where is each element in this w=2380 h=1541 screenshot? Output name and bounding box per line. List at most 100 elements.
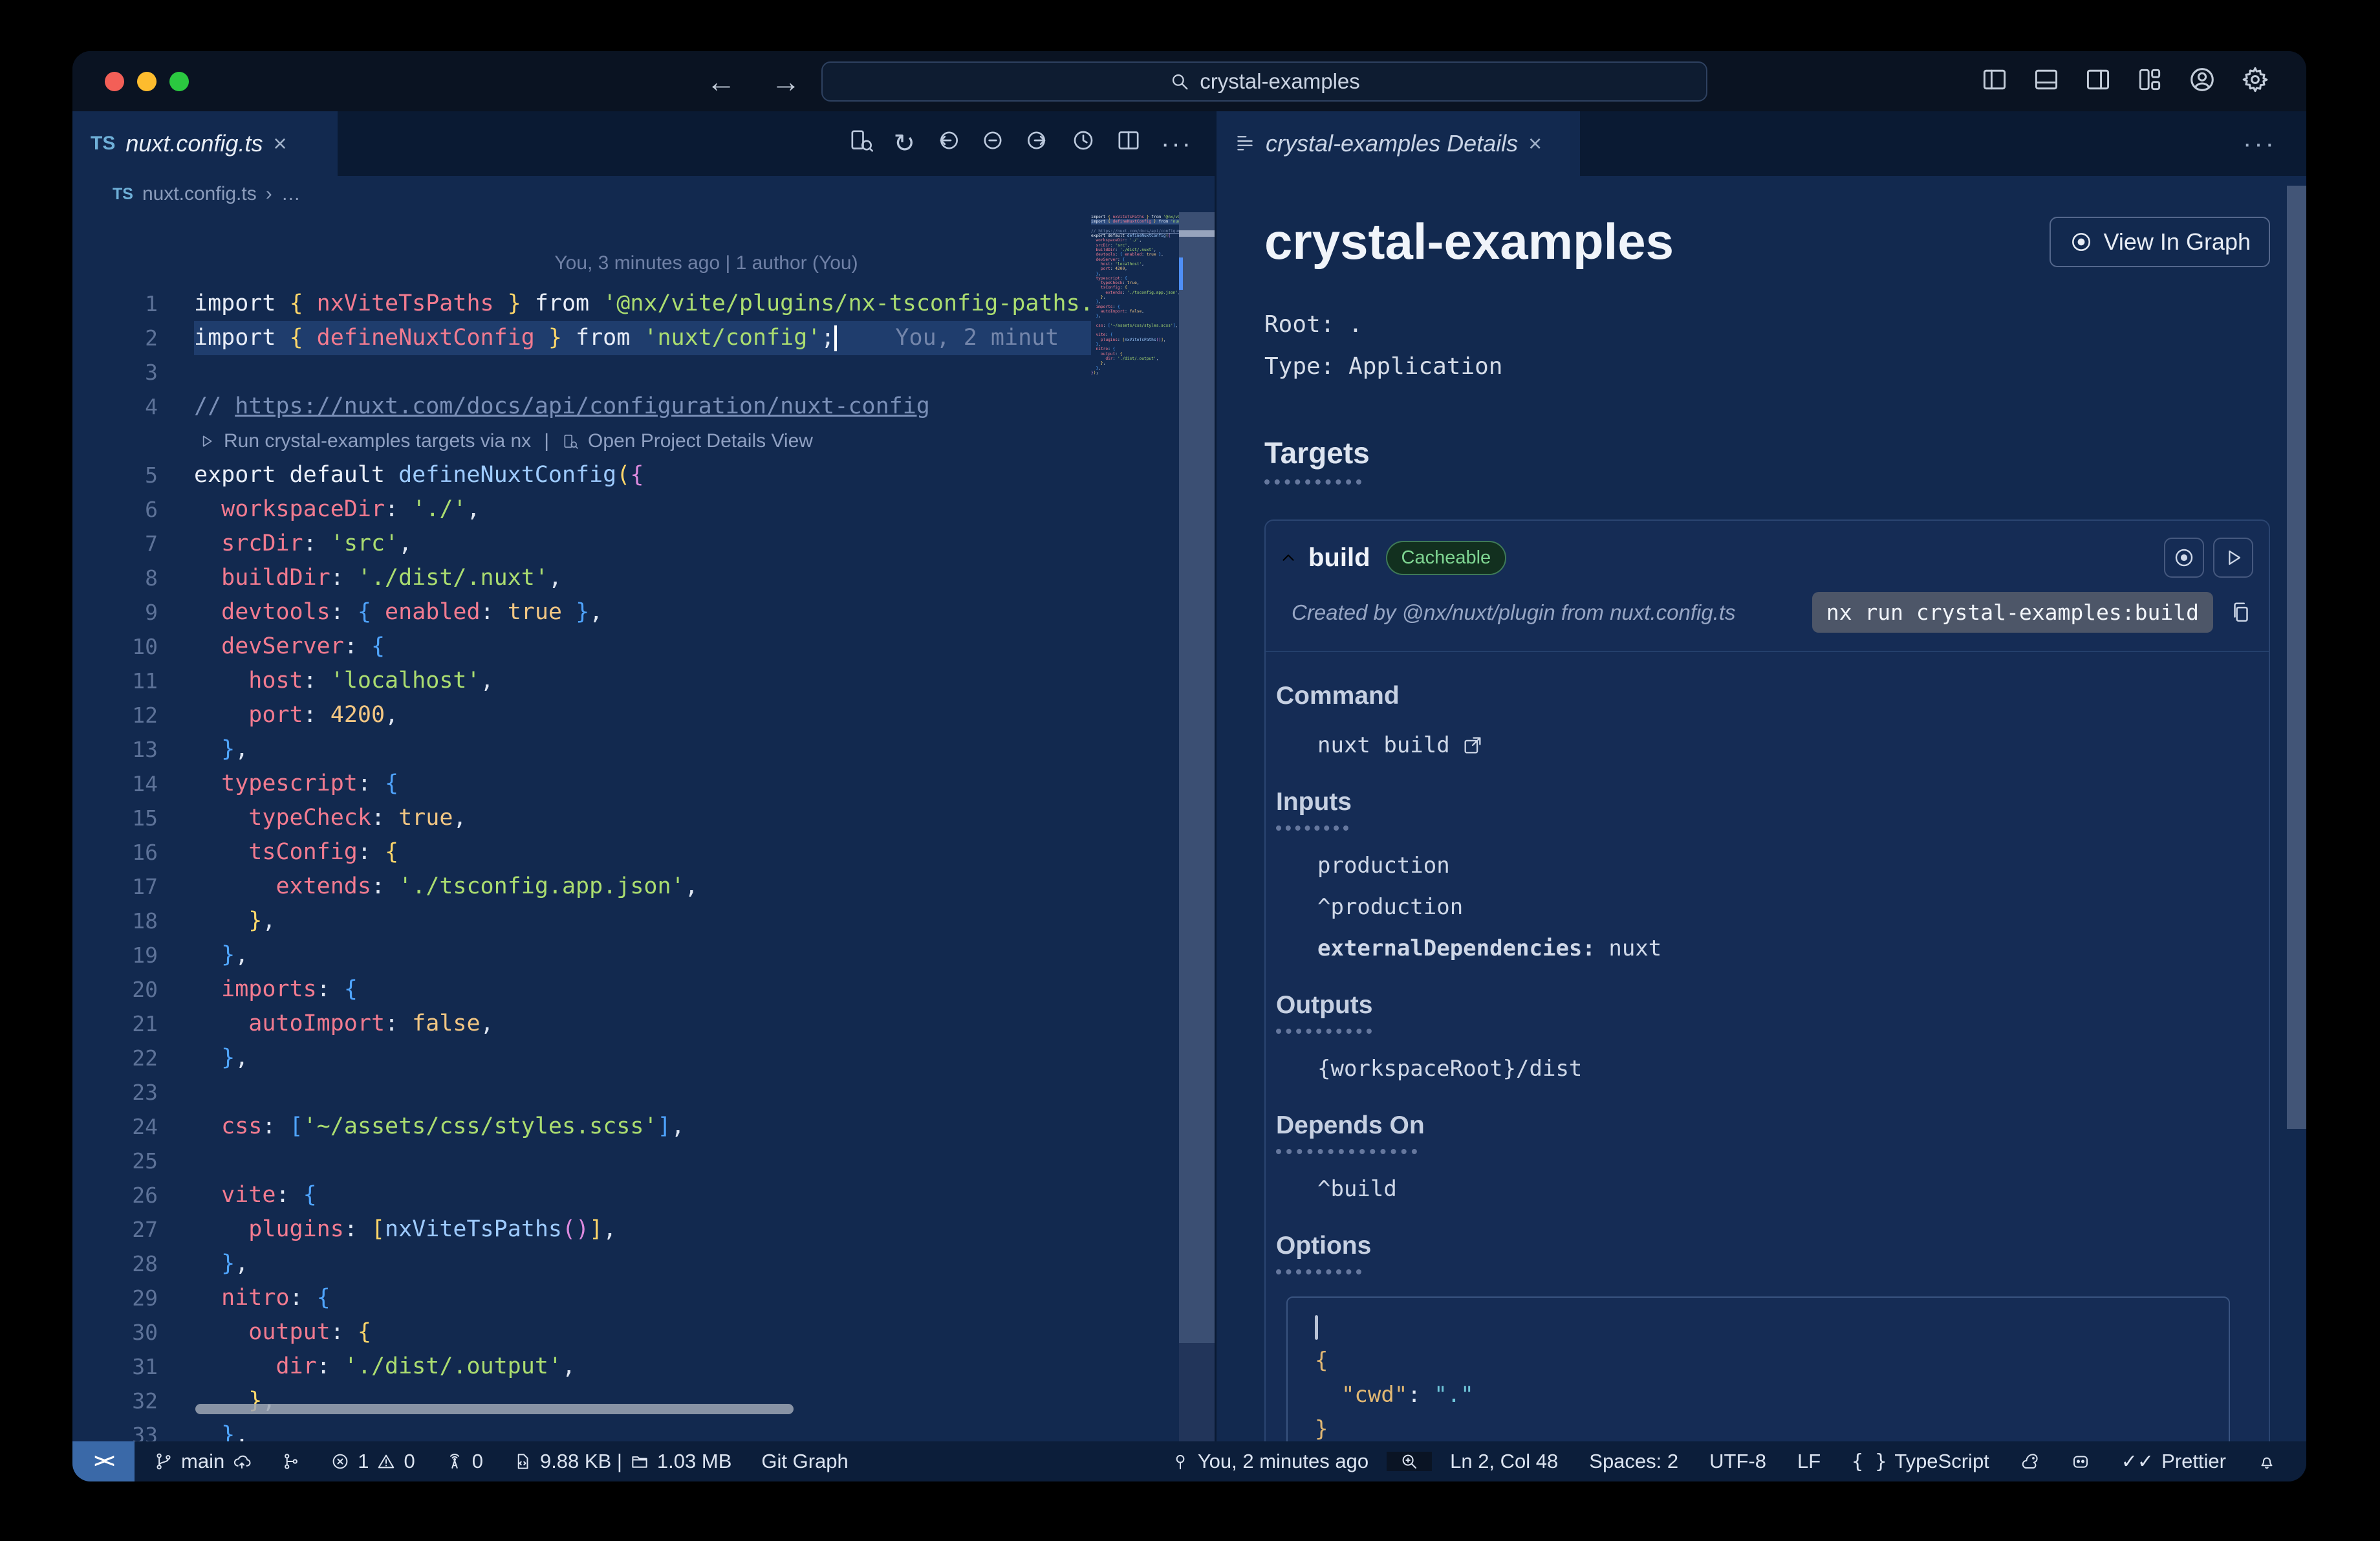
codelens[interactable]: Run crystal-examples targets via nx | Open… xyxy=(72,424,1215,458)
code-line[interactable]: 1 import { nxViteTsPaths } from '@nx/vite… xyxy=(72,287,1215,321)
command-center-search[interactable]: crystal-examples xyxy=(821,61,1707,102)
status-item-ports[interactable]: 0 xyxy=(432,1450,496,1473)
breadcrumb[interactable]: TS nuxt.config.ts › … xyxy=(72,176,1215,212)
code-line[interactable]: 29 nitro: { xyxy=(72,1281,1215,1315)
play-icon xyxy=(2229,550,2241,565)
nav-forward-icon[interactable]: → xyxy=(771,64,801,99)
code-line[interactable]: 23 xyxy=(72,1075,1215,1109)
layout-sidebar-left-icon[interactable] xyxy=(1980,65,2009,97)
run-target-button[interactable] xyxy=(2213,538,2253,578)
nav-forward-circle-icon[interactable] xyxy=(1025,127,1051,160)
code-line[interactable]: 3 xyxy=(72,355,1215,389)
status-item-problems[interactable]: 10 xyxy=(318,1450,428,1473)
status-item-line-blame[interactable]: You, 2 minutes ago xyxy=(1158,1450,1381,1473)
layout-panel-icon[interactable] xyxy=(2032,65,2061,97)
code-line[interactable]: 8 buildDir: './dist/.nuxt', xyxy=(72,561,1215,595)
nx-run-command-chip[interactable]: nx run crystal-examples:build xyxy=(1812,592,2213,633)
layout-customize-icon[interactable] xyxy=(2136,65,2164,97)
remote-indicator[interactable]: >< xyxy=(72,1441,135,1481)
code-line[interactable]: 31 dir: './dist/.output', xyxy=(72,1350,1215,1384)
code-line[interactable]: 11 host: 'localhost', xyxy=(72,664,1215,698)
target-name[interactable]: build xyxy=(1308,543,1370,573)
minimize-window-button[interactable] xyxy=(137,72,157,91)
open-changes-icon[interactable] xyxy=(849,127,874,160)
settings-gear-icon[interactable] xyxy=(2240,65,2270,98)
code-line[interactable]: 4 // https://nuxt.com/docs/api/configurat… xyxy=(72,389,1215,424)
warning-triangle-icon xyxy=(376,1452,396,1471)
code-line[interactable]: 12 port: 4200, xyxy=(72,698,1215,732)
copy-icon[interactable] xyxy=(2229,600,2253,625)
status-item-language-mode[interactable]: { } TypeScript xyxy=(1839,1450,2002,1473)
code-line[interactable]: 16 tsConfig: { xyxy=(72,835,1215,869)
status-item-indentation[interactable]: Spaces: 2 xyxy=(1576,1450,1691,1473)
status-item-zoom-indicator[interactable] xyxy=(1387,1452,1433,1471)
code-line[interactable]: 5 export default defineNuxtConfig({ xyxy=(72,458,1215,492)
view-target-in-graph-button[interactable] xyxy=(2164,538,2204,578)
account-icon[interactable] xyxy=(2187,65,2217,98)
code-line[interactable]: 15 typeCheck: true, xyxy=(72,801,1215,835)
view-in-graph-button[interactable]: View In Graph xyxy=(2049,216,2270,267)
editor-vertical-scrollbar[interactable] xyxy=(1179,212,1215,1441)
options-code-editor[interactable]: { "cwd": "."} xyxy=(1286,1296,2230,1441)
status-item-prettier[interactable]: ✓✓ Prettier xyxy=(2108,1450,2239,1473)
tab-project-details[interactable]: crystal-examples Details × xyxy=(1217,111,1580,176)
status-item-notifications[interactable] xyxy=(2244,1452,2289,1471)
command-heading: Command xyxy=(1276,682,1400,710)
close-window-button[interactable] xyxy=(105,72,124,91)
refresh-icon[interactable]: ↻ xyxy=(894,129,916,158)
breadcrumb-file[interactable]: nuxt.config.ts xyxy=(142,183,257,205)
code-line[interactable]: 25 xyxy=(72,1144,1215,1178)
code-line[interactable]: 13 }, xyxy=(72,732,1215,767)
code-line[interactable]: 22 }, xyxy=(72,1041,1215,1075)
status-item-squirrel-extension[interactable] xyxy=(2007,1452,2053,1471)
code-line[interactable]: 26 vite: { xyxy=(72,1178,1215,1212)
split-editor-icon[interactable] xyxy=(1116,127,1141,160)
code-line[interactable]: 21 autoImport: false, xyxy=(72,1007,1215,1041)
status-item-branch-main[interactable]: main xyxy=(141,1450,265,1473)
panel-scrollbar[interactable] xyxy=(2287,186,2306,1129)
status-item-extension-face[interactable] xyxy=(2058,1452,2103,1471)
editor-horizontal-scrollbar[interactable] xyxy=(195,1404,794,1414)
code-line[interactable]: 9 devtools: { enabled: true }, xyxy=(72,595,1215,629)
tab-nuxt-config[interactable]: TS nuxt.config.ts × xyxy=(72,111,338,176)
code-line-content: nitro: { xyxy=(221,1285,330,1311)
command-section: Command nuxt build xyxy=(1276,682,2230,758)
more-actions-icon[interactable]: ··· xyxy=(2243,111,2277,176)
open-external-icon[interactable] xyxy=(1462,734,1484,756)
maximize-window-button[interactable] xyxy=(169,72,189,91)
status-item-encoding[interactable]: UTF-8 xyxy=(1696,1450,1779,1473)
code-line[interactable]: 27 plugins: [nxViteTsPaths()], xyxy=(72,1212,1215,1247)
code-line[interactable]: 10 devServer: { xyxy=(72,629,1215,664)
code-line[interactable]: 7 srcDir: 'src', xyxy=(72,527,1215,561)
code-line[interactable]: 17 extends: './tsconfig.app.json', xyxy=(72,869,1215,904)
code-line[interactable]: 2 import { defineNuxtConfig } from 'nuxt/… xyxy=(72,321,1215,355)
nav-back-icon[interactable]: ← xyxy=(706,64,736,99)
status-item-eol[interactable]: LF xyxy=(1784,1450,1834,1473)
status-item-git-graph[interactable]: Git Graph xyxy=(748,1450,861,1473)
code-line[interactable]: 30 output: { xyxy=(72,1315,1215,1350)
depends-on-heading: Depends On xyxy=(1276,1111,1425,1139)
code-line[interactable]: 19 }, xyxy=(72,938,1215,972)
code-line[interactable]: 6 workspaceDir: './', xyxy=(72,492,1215,527)
code-line[interactable]: 24 css: ['~/assets/css/styles.scss'], xyxy=(72,1109,1215,1144)
code-line[interactable]: 33 }, xyxy=(72,1418,1215,1441)
code-line[interactable]: 14 typescript: { xyxy=(72,767,1215,801)
close-tab-icon[interactable]: × xyxy=(273,130,287,157)
timeline-icon[interactable] xyxy=(1070,127,1096,160)
nav-stop-circle-icon[interactable] xyxy=(980,127,1006,160)
breadcrumb-symbol[interactable]: … xyxy=(281,183,301,205)
code-line[interactable]: 18 }, xyxy=(72,904,1215,938)
status-item-cursor-position[interactable]: Ln 2, Col 48 xyxy=(1437,1450,1571,1473)
code-line-content: autoImport: false, xyxy=(248,1011,494,1036)
nav-back-circle-icon[interactable] xyxy=(935,127,960,160)
close-tab-icon[interactable]: × xyxy=(1528,130,1542,157)
minimap[interactable]: import { nxViteTsPaths } from '@nx/vite/… xyxy=(1091,215,1179,387)
code-line[interactable]: 20 imports: { xyxy=(72,972,1215,1007)
status-item-source-control-graph[interactable] xyxy=(268,1452,314,1471)
layout-sidebar-right-icon[interactable] xyxy=(2084,65,2112,97)
chevron-up-icon[interactable] xyxy=(1279,548,1298,567)
status-item-file-size[interactable]: 9.88 KB | 1.03 MB xyxy=(500,1450,744,1473)
code-editor[interactable]: You, 3 minutes ago | 1 author (You) 1 impo… xyxy=(72,212,1215,1441)
more-actions-icon[interactable]: ··· xyxy=(1161,129,1193,158)
code-line[interactable]: 28 }, xyxy=(72,1247,1215,1281)
